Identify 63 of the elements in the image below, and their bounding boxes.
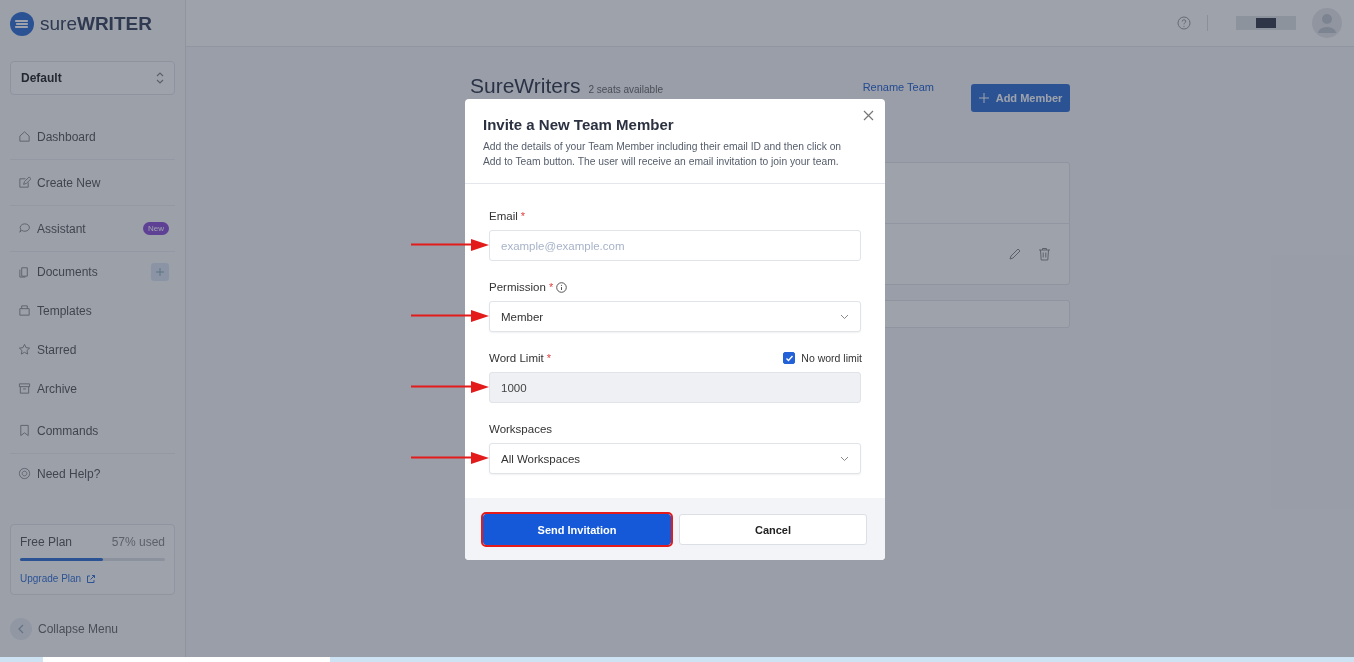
sidebar-item[interactable]: Starred bbox=[10, 330, 175, 369]
required-mark: * bbox=[520, 210, 526, 222]
send-invitation-button[interactable]: Send Invitation bbox=[483, 514, 671, 545]
bookmark-icon bbox=[18, 424, 31, 437]
field-label: Email bbox=[489, 210, 518, 222]
new-badge: New bbox=[143, 222, 169, 235]
sidebar-item[interactable]: Need Help? bbox=[10, 454, 175, 493]
select-field[interactable]: Member bbox=[489, 301, 861, 332]
field-label: Word Limit bbox=[489, 352, 544, 364]
documents-icon bbox=[18, 265, 31, 278]
select-field[interactable]: All Workspaces bbox=[489, 443, 861, 474]
briefcase-icon bbox=[18, 304, 31, 317]
seats-count: 2 seats available bbox=[588, 84, 663, 95]
sidebar-item[interactable]: Archive bbox=[10, 369, 175, 408]
logo-icon bbox=[10, 11, 34, 36]
collapse-button[interactable] bbox=[10, 618, 32, 640]
rename-team-link[interactable]: Rename Team bbox=[862, 81, 934, 93]
info-icon[interactable] bbox=[556, 281, 568, 293]
plan-name: Free Plan bbox=[20, 535, 73, 549]
pencil-icon[interactable] bbox=[1008, 247, 1022, 261]
checkbox-label: No word limit bbox=[801, 352, 862, 364]
collapse-menu-link[interactable]: Collapse Menu bbox=[38, 622, 119, 636]
trash-icon[interactable] bbox=[1038, 247, 1051, 261]
sort-icon bbox=[156, 72, 164, 84]
upgrade-link[interactable]: Upgrade Plan bbox=[20, 573, 82, 584]
chevron-left-icon bbox=[17, 624, 25, 634]
home-icon bbox=[18, 130, 31, 143]
sidebar-item[interactable]: Assistant New bbox=[10, 206, 175, 252]
chevron-down-icon bbox=[840, 455, 849, 462]
dialog-description: Add the details of your Team Member including their email ID and then click on Add to Team button. The user will receive an email invitation to join your team. bbox=[483, 140, 843, 169]
sidebar-item[interactable]: Templates bbox=[10, 291, 175, 330]
brand-name: sureWRITER bbox=[40, 12, 152, 35]
close-icon[interactable] bbox=[863, 110, 874, 121]
field-label: Workspaces bbox=[489, 423, 553, 435]
sidebar-item[interactable]: Dashboard bbox=[10, 114, 175, 160]
dialog-title: Invite a New Team Member bbox=[483, 116, 675, 133]
help-icon[interactable] bbox=[1177, 16, 1191, 30]
plus-icon bbox=[155, 266, 165, 277]
add-member-button[interactable]: Add Member bbox=[971, 84, 1070, 112]
archive-icon bbox=[18, 382, 31, 395]
add-document-button[interactable] bbox=[151, 262, 169, 281]
sidebar-item[interactable]: Commands bbox=[10, 408, 175, 454]
checkbox[interactable] bbox=[783, 352, 796, 364]
email-input[interactable]: example@example.com bbox=[489, 230, 861, 261]
sidebar-item[interactable]: Documents bbox=[10, 252, 175, 291]
help-icon bbox=[18, 467, 31, 480]
sidebar-item[interactable]: Create New bbox=[10, 160, 175, 206]
chat-icon bbox=[18, 222, 31, 235]
workspace-select[interactable]: Default bbox=[10, 61, 175, 95]
team-title: SureWriters bbox=[470, 75, 581, 97]
chevron-down-icon bbox=[840, 313, 849, 320]
account-block-icon bbox=[1236, 16, 1296, 30]
required-mark: * bbox=[548, 281, 554, 293]
plan-usage: 57% used bbox=[111, 535, 165, 549]
required-mark: * bbox=[546, 352, 552, 364]
edit-icon bbox=[18, 176, 31, 189]
star-icon bbox=[18, 343, 31, 356]
word-limit-input[interactable]: 1000 bbox=[489, 372, 861, 403]
avatar-icon[interactable] bbox=[1312, 8, 1342, 38]
cancel-button[interactable]: Cancel bbox=[679, 514, 867, 545]
field-label: Permission bbox=[489, 281, 546, 293]
external-link-icon bbox=[86, 573, 97, 584]
plus-icon bbox=[978, 93, 989, 103]
